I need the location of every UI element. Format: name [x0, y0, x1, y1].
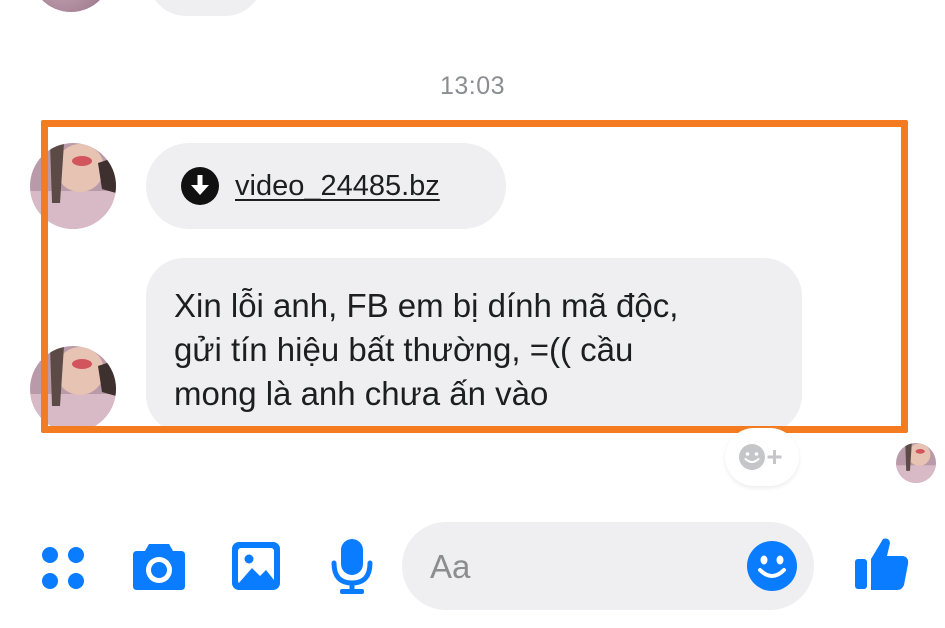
message-bubble-previous[interactable]	[148, 0, 263, 16]
sender-avatar-previous[interactable]	[30, 0, 112, 12]
smiley-icon[interactable]	[746, 540, 798, 592]
add-reaction-icon	[739, 444, 782, 470]
image-icon[interactable]	[230, 540, 282, 592]
add-reaction-button[interactable]	[725, 428, 799, 486]
microphone-icon[interactable]	[330, 537, 374, 595]
camera-icon[interactable]	[131, 540, 187, 592]
message-input-placeholder: Aa	[430, 548, 471, 585]
apps-grid-icon[interactable]	[40, 545, 86, 591]
seen-receipt-avatar	[896, 443, 936, 483]
message-input[interactable]: Aa	[402, 522, 814, 610]
highlight-frame	[41, 120, 908, 433]
message-timestamp: 13:03	[439, 72, 506, 100]
thumbs-up-icon[interactable]	[853, 535, 911, 593]
